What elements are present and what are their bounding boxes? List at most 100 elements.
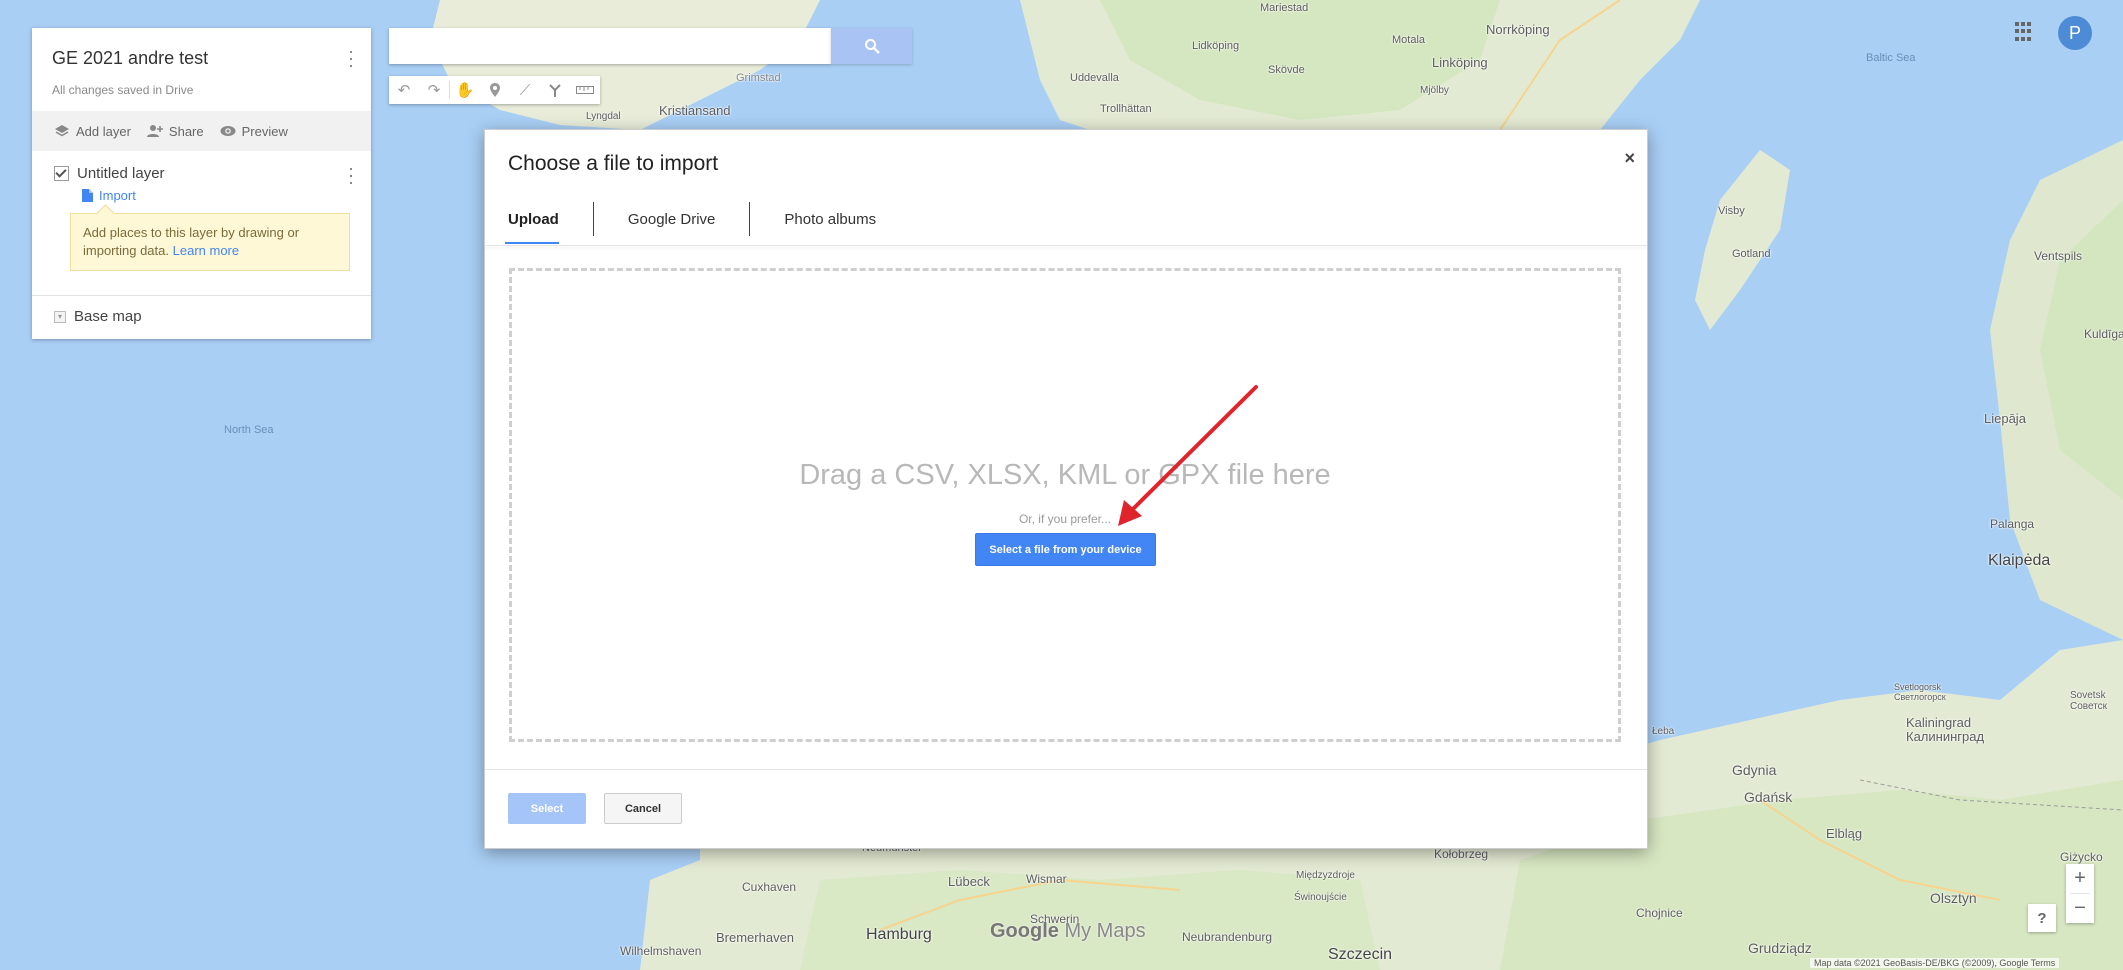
marker-icon[interactable] [480, 76, 510, 104]
map-label-lubeck: Lübeck [948, 874, 990, 889]
map-label-linkoping: Linköping [1432, 55, 1488, 70]
map-label-olsztyn: Olsztyn [1930, 890, 1977, 906]
tab-google-drive[interactable]: Google Drive [594, 202, 750, 236]
map-label-ventspils: Ventspils [2034, 249, 2083, 263]
panel-header: GE 2021 andre test All changes saved in … [32, 28, 371, 111]
cancel-button[interactable]: Cancel [604, 793, 682, 824]
map-label-miedzyzdroje: Międzyzdroje [1296, 870, 1355, 881]
map-label-kaliningrad: Kaliningrad Калининград [1906, 715, 1985, 744]
tab-photo-albums[interactable]: Photo albums [750, 202, 910, 236]
map-sidebar-panel: GE 2021 andre test All changes saved in … [32, 28, 371, 339]
learn-more-link[interactable]: Learn more [173, 243, 239, 258]
map-label-norrkoping: Norrköping [1486, 22, 1550, 37]
map-label-svetlogorsk: Svetlogorsk Светлогорск [1894, 682, 1946, 702]
map-label-kolobrzeg: Kołobrzeg [1434, 847, 1489, 861]
tab-upload[interactable]: Upload [505, 202, 593, 244]
layer-hint: Add places to this layer by drawing or i… [70, 213, 350, 271]
panel-actions: Add layer Share Preview [32, 111, 371, 151]
map-label-chojnice: Chojnice [1636, 906, 1683, 920]
add-layer-label: Add layer [76, 123, 131, 139]
map-label-visby: Visby [1718, 205, 1745, 217]
map-label-motala: Motala [1392, 34, 1426, 46]
preview-button[interactable]: Preview [220, 123, 288, 139]
share-label: Share [168, 123, 204, 139]
directions-icon[interactable] [540, 76, 570, 104]
search-icon [864, 39, 880, 54]
map-label-bremerhaven: Bremerhaven [716, 930, 795, 945]
map-label-cuxhaven: Cuxhaven [742, 880, 797, 894]
select-button[interactable]: Select [508, 793, 586, 824]
map-label-mjolby: Mjölby [1420, 85, 1449, 96]
map-label-gizycko: Giżycko [2060, 850, 2103, 864]
close-icon[interactable]: × [1624, 148, 1635, 169]
share-button[interactable]: Share [146, 123, 204, 139]
help-button[interactable]: ? [2028, 904, 2056, 932]
search-button[interactable] [831, 28, 912, 64]
add-layer-button[interactable]: Add layer [54, 123, 131, 139]
import-label: Import [99, 188, 136, 203]
file-drop-zone[interactable]: Drag a CSV, XLSX, KML or GPX file here O… [509, 268, 1621, 742]
map-label-hamburg: Hamburg [866, 926, 932, 943]
search-input[interactable] [389, 28, 831, 64]
map-label-leba: Łeba [1652, 726, 1675, 737]
save-status: All changes saved in Drive [52, 83, 194, 97]
map-label-kuldiga: Kuldīga [2084, 327, 2123, 341]
map-label-gdansk: Gdańsk [1744, 789, 1793, 805]
redo-icon[interactable]: ↷ [419, 76, 449, 104]
map-label-neubrandenburg: Neubrandenburg [1182, 930, 1273, 944]
map-label-szczecin: Szczecin [1328, 946, 1393, 963]
directions-glyph [549, 84, 561, 97]
map-label-liepaja: Liepāja [1984, 411, 2026, 426]
map-label-kristiansand: Kristiansand [659, 103, 731, 118]
map-label-sovetsk: Sovetsk Советск [2070, 690, 2108, 712]
map-label-lyngdal: Lyngdal [586, 111, 621, 122]
map-label-lidkoping: Lidköping [1192, 40, 1240, 52]
layer-name[interactable]: Untitled layer [77, 165, 165, 182]
base-map-row[interactable]: ▾ Base map [32, 296, 371, 339]
map-title[interactable]: GE 2021 andre test [52, 48, 351, 69]
map-label-elblag: Elbląg [1826, 826, 1863, 841]
map-label-baltic-sea: Baltic Sea [1866, 52, 1916, 64]
import-link[interactable]: Import [82, 188, 351, 203]
base-map-label: Base map [74, 308, 142, 325]
expand-icon[interactable]: ▾ [54, 310, 66, 323]
dialog-title: Choose a file to import [508, 152, 719, 175]
drag-instructions: Drag a CSV, XLSX, KML or GPX file here [799, 459, 1331, 491]
map-options-kebab-icon[interactable]: · · · [347, 42, 355, 74]
zoom-in-button[interactable]: + [2066, 864, 2094, 893]
import-tabs: Upload Google Drive Photo albums [505, 198, 910, 244]
layer-visibility-checkbox[interactable] [54, 166, 69, 181]
map-label-wismar: Wismar [1026, 872, 1067, 886]
file-icon [82, 189, 93, 202]
map-label-grimstad: Grimstad [736, 72, 781, 84]
layers-icon [55, 125, 69, 137]
zoom-out-button[interactable]: − [2066, 894, 2094, 923]
map-attribution[interactable]: Map data ©2021 GeoBasis-DE/BKG (©2009), … [1810, 958, 2060, 968]
zoom-controls: + − [2066, 864, 2094, 923]
layer-options-kebab-icon[interactable]: · · · [347, 159, 355, 191]
footer-divider [485, 769, 1647, 770]
tabs-divider [485, 245, 1647, 246]
map-label-mariestad: Mariestad [1260, 2, 1309, 14]
marker-glyph [490, 83, 500, 97]
map-label-palanga: Palanga [1990, 517, 2035, 531]
alternative-text: Or, if you prefer... [1018, 512, 1112, 526]
map-label-trollhattan: Trollhättan [1100, 103, 1152, 115]
account-avatar[interactable]: P [2058, 16, 2092, 50]
ruler-icon[interactable] [570, 76, 600, 104]
map-label-grudziadz: Grudziądz [1748, 940, 1812, 956]
map-label-klaipeda: Klaipėda [1988, 552, 2051, 569]
hand-icon[interactable]: ✋ [450, 76, 480, 104]
map-toolbar: ↶ ↷ ✋ ⟋ [389, 76, 600, 104]
select-file-from-device-button[interactable]: Select a file from your device [975, 533, 1156, 566]
map-label-gdynia: Gdynia [1732, 762, 1777, 778]
add-person-icon [146, 125, 163, 137]
eye-icon [220, 126, 236, 136]
google-apps-grid-icon[interactable] [2015, 22, 2035, 42]
map-label-uddevalla: Uddevalla [1070, 72, 1119, 84]
map-label-wilhelmshaven: Wilhelmshaven [620, 944, 702, 958]
draw-line-icon[interactable]: ⟋ [510, 76, 540, 104]
google-my-maps-logo: Google My Maps [990, 920, 1146, 942]
map-label-north-sea: North Sea [224, 424, 274, 436]
undo-icon[interactable]: ↶ [389, 76, 419, 104]
